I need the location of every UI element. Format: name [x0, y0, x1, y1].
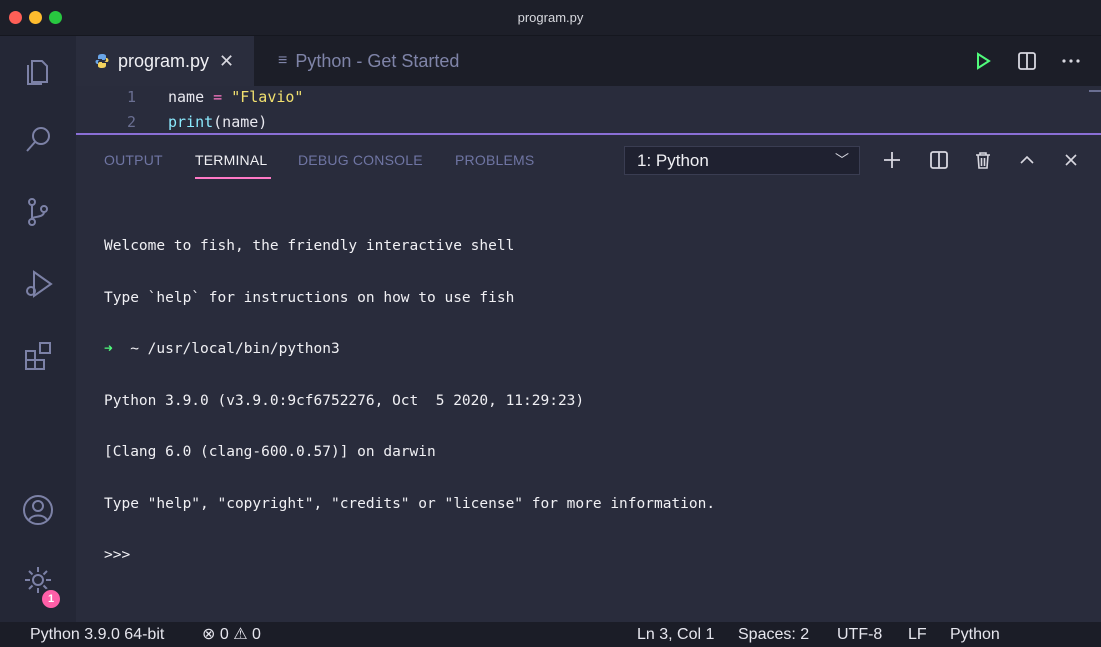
tab-terminal[interactable]: TERMINAL	[195, 152, 267, 168]
feedback-button[interactable]	[1028, 626, 1064, 647]
status-bar: Python 3.9.0 64-bit ⊗ 0 ⚠ 0 Ln 3, Col 1 …	[0, 622, 1101, 647]
chevron-up-icon	[1020, 155, 1034, 164]
python-file-icon	[95, 54, 109, 68]
code-line[interactable]: 1 name = "Flavio"	[76, 86, 1086, 108]
extensions-button[interactable]	[0, 326, 76, 386]
play-icon	[977, 52, 991, 70]
code-text: name = "Flavio"	[168, 88, 304, 106]
code-editor[interactable]: 1 name = "Flavio" 2 print(name)	[76, 86, 1101, 134]
search-button[interactable]	[0, 110, 76, 170]
language-mode[interactable]: Python	[950, 622, 1000, 647]
line-number: 2	[126, 113, 136, 131]
terminal-line: Python 3.9.0 (v3.9.0:9cf6752276, Oct 5 2…	[104, 392, 585, 409]
problems-status[interactable]: ⊗ 0 ⚠ 0	[202, 622, 261, 647]
kill-terminal-button[interactable]	[970, 147, 996, 173]
source-control-button[interactable]	[0, 182, 76, 242]
close-icon	[1065, 154, 1077, 166]
search-icon	[26, 127, 50, 152]
close-panel-button[interactable]	[1058, 147, 1084, 173]
chevron-down-icon: ﹀	[835, 152, 849, 168]
terminal-line: ➜ ~ /usr/local/bin/python3	[104, 341, 340, 357]
tab-label: Python - Get Started	[295, 50, 460, 71]
terminal-line: [Clang 6.0 (clang-600.0.57)] on darwin	[104, 444, 436, 460]
settings-badge: 1	[40, 588, 62, 610]
tab-python-get-started[interactable]: ≡ Python - Get Started	[254, 36, 508, 86]
bottom-panel: OUTPUT TERMINAL DEBUG CONSOLE PROBLEMS 1…	[76, 135, 1101, 622]
eol-status[interactable]: LF	[908, 622, 927, 647]
code-line[interactable]: 2 print(name)	[76, 111, 1086, 133]
tab-problems[interactable]: PROBLEMS	[455, 152, 534, 168]
preview-icon: ≡	[278, 52, 288, 69]
accounts-button[interactable]	[0, 480, 76, 540]
terminal-prompt: >>>	[104, 547, 131, 563]
explorer-button[interactable]	[0, 40, 76, 100]
line-number: 1	[126, 88, 136, 106]
terminal-select-value: 1: Python	[637, 151, 709, 170]
prompt-arrow-icon: ➜	[104, 341, 113, 357]
files-icon	[27, 60, 48, 85]
split-editor-icon	[1018, 52, 1036, 70]
more-icon	[1062, 59, 1080, 63]
title-bar: program.py	[0, 0, 1101, 36]
tab-label: program.py	[118, 50, 210, 71]
encoding-status[interactable]: UTF-8	[837, 622, 882, 647]
run-button[interactable]	[970, 48, 996, 74]
notifications-button[interactable]	[1069, 626, 1101, 647]
code-text: print(name)	[168, 113, 268, 131]
active-tab-indicator	[195, 177, 271, 179]
split-editor-button[interactable]	[1014, 48, 1040, 74]
plus-icon	[884, 152, 900, 168]
scrollbar-marker	[1089, 90, 1101, 92]
maximize-panel-button[interactable]	[1014, 147, 1040, 173]
terminal-line: Welcome to fish, the friendly interactiv…	[104, 238, 515, 254]
window-title: program.py	[517, 10, 584, 25]
account-icon	[23, 495, 53, 525]
new-terminal-button[interactable]	[879, 147, 905, 173]
manage-button[interactable]: 1	[0, 550, 76, 610]
indentation-status[interactable]: Spaces: 2	[738, 622, 809, 647]
activity-bar: 1	[0, 36, 76, 622]
run-debug-button[interactable]	[0, 254, 76, 314]
tab-program-py[interactable]: program.py ✕	[76, 36, 254, 86]
trash-icon	[976, 152, 990, 169]
tab-output[interactable]: OUTPUT	[104, 152, 163, 168]
interpreter-status[interactable]: Python 3.9.0 64-bit	[30, 622, 164, 647]
terminal-select[interactable]: 1: Python ﹀	[624, 146, 860, 175]
terminal-line: Type "help", "copyright", "credits" or "…	[104, 495, 716, 512]
terminal-line: Type `help` for instructions on how to u…	[104, 289, 515, 306]
more-actions-button[interactable]	[1058, 48, 1084, 74]
tab-debug-console[interactable]: DEBUG CONSOLE	[298, 152, 423, 168]
editor-tab-bar: program.py ✕ ≡ Python - Get Started	[76, 36, 1101, 86]
close-tab-icon[interactable]: ✕	[219, 51, 234, 72]
cursor-position[interactable]: Ln 3, Col 1	[637, 622, 714, 647]
split-editor-icon	[930, 151, 948, 169]
run-debug-icon	[26, 270, 53, 298]
extensions-icon	[25, 342, 51, 370]
source-control-icon	[28, 198, 48, 226]
terminal-output[interactable]: Welcome to fish, the friendly interactiv…	[104, 205, 715, 598]
split-terminal-button[interactable]	[926, 147, 952, 173]
